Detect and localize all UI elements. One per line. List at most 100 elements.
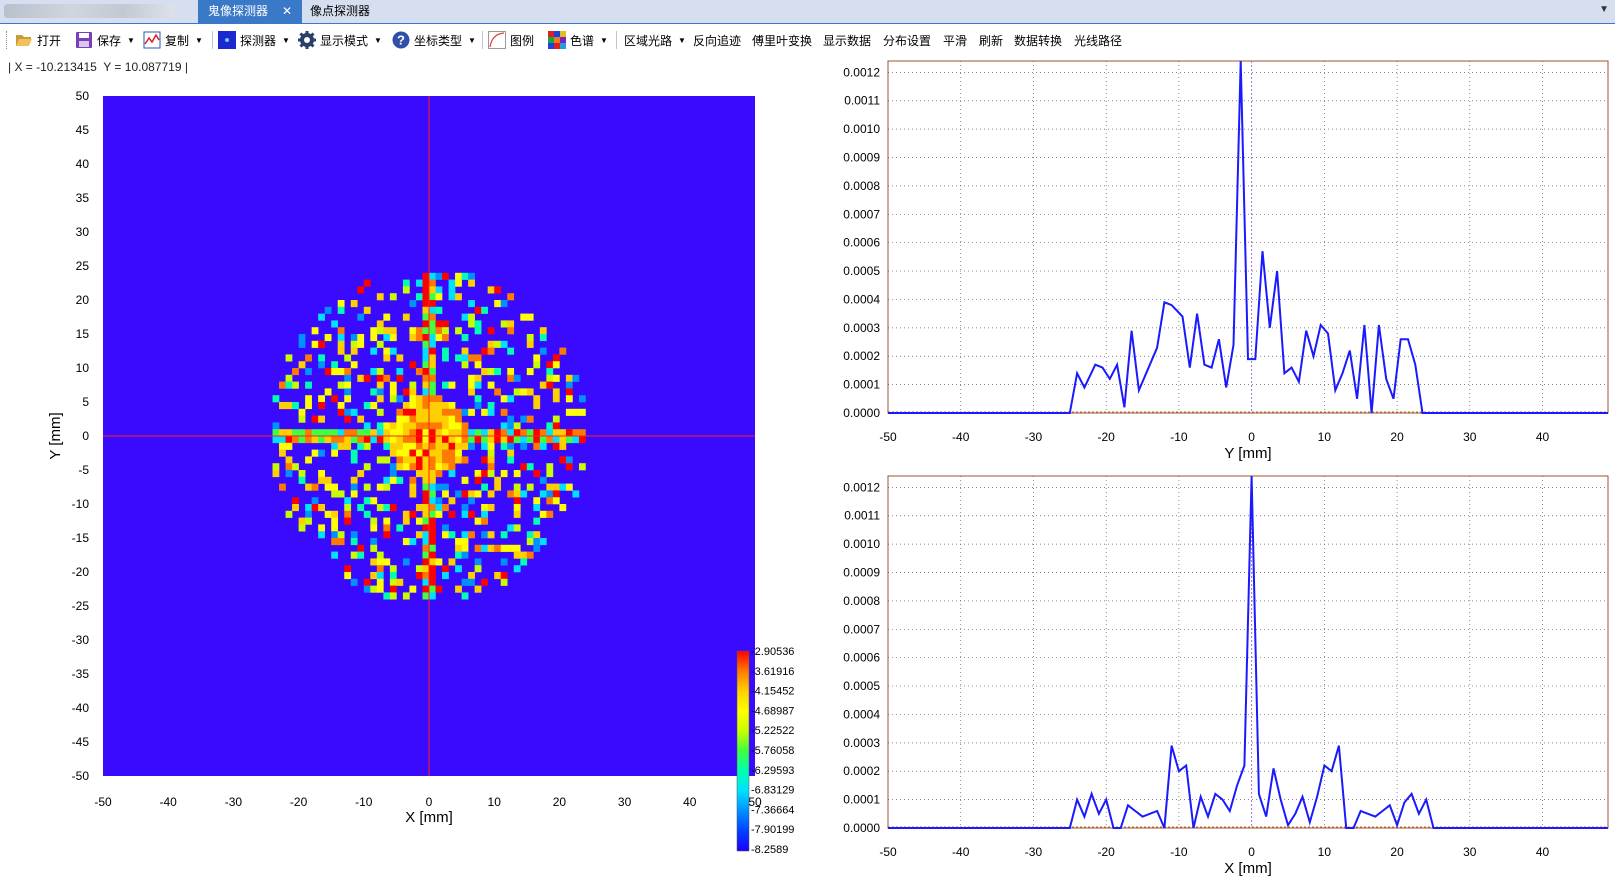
- display-mode-label: 显示模式: [320, 33, 369, 48]
- color-spectrum-button[interactable]: 色谱 ▼: [548, 29, 608, 51]
- heatmap-cell: [507, 395, 515, 403]
- reverse-trace-button[interactable]: 反向追迹: [693, 29, 741, 51]
- heatmap-chart[interactable]: 50454035302520151050-5-10-15-20-25-30-35…: [0, 80, 820, 880]
- heatmap-cell: [520, 463, 528, 471]
- heatmap-cell: [474, 470, 482, 478]
- heatmap-cell: [435, 456, 443, 464]
- heatmap-cell: [474, 402, 482, 410]
- display-mode-button[interactable]: 显示模式 ▼: [298, 29, 382, 51]
- heatmap-cell: [422, 551, 430, 559]
- distribution-button[interactable]: 分布设置: [883, 29, 931, 51]
- heatmap-cell: [363, 510, 371, 518]
- heatmap-cell: [481, 578, 488, 586]
- heatmap-cell: [318, 504, 325, 512]
- heatmap-cell: [474, 544, 482, 552]
- heatmap-cell: [520, 429, 528, 437]
- heatmap-cell: [337, 408, 345, 416]
- fourier-button[interactable]: 傅里叶变换: [752, 29, 812, 51]
- smooth-button[interactable]: 平滑: [943, 29, 967, 51]
- heatmap-cell: [513, 436, 521, 444]
- legend-button[interactable]: 图例: [488, 29, 534, 51]
- heatmap-cell: [559, 456, 567, 464]
- heatmap-cell: [402, 415, 410, 423]
- tab-ghost-detector[interactable]: 鬼像探测器 ✕: [198, 0, 303, 23]
- heatmap-cell: [357, 415, 365, 423]
- heatmap-cell: [481, 510, 488, 518]
- colorbar: [736, 650, 750, 852]
- heatmap-cell: [429, 334, 436, 342]
- heatmap-cell: [533, 497, 541, 505]
- heatmap-cell: [442, 408, 449, 416]
- heatmap-cell: [402, 422, 410, 430]
- show-data-button[interactable]: 显示数据: [823, 29, 871, 51]
- heatmap-cell: [402, 463, 410, 471]
- heatmap-cell: [481, 436, 488, 444]
- open-button[interactable]: 打开: [15, 29, 61, 51]
- heatmap-cell: [409, 476, 417, 484]
- heatmap-cell: [344, 374, 352, 382]
- heatmap-cell: [415, 293, 423, 301]
- heatmap-cell: [350, 476, 358, 484]
- heatmap-cell: [546, 381, 554, 389]
- heatmap-cell: [292, 497, 299, 505]
- heatmap-cell: [429, 463, 436, 471]
- heatmap-cell: [402, 279, 410, 287]
- heatmap-cell: [435, 497, 443, 505]
- heatmap-cell: [370, 368, 378, 376]
- heatmap-cell: [513, 544, 521, 552]
- close-icon[interactable]: ✕: [282, 0, 292, 23]
- heatmap-cell: [435, 272, 443, 280]
- heatmap-cell: [350, 347, 358, 355]
- heatmap-cell: [481, 456, 488, 464]
- ray-path-button[interactable]: 光线路径: [1074, 29, 1122, 51]
- heatmap-cell: [526, 429, 534, 437]
- heatmap-cell: [435, 463, 443, 471]
- tab-label: 像点探测器: [310, 4, 371, 18]
- heatmap-cell: [383, 483, 391, 491]
- heatmap-cell: [422, 320, 430, 328]
- y-tick-label: 0: [82, 429, 89, 443]
- heatmap-cell: [468, 531, 475, 539]
- coord-type-button[interactable]: ? 坐标类型 ▼: [392, 29, 476, 51]
- heatmap-cell: [520, 415, 528, 423]
- region-path-button[interactable]: 区域光路 ▼: [624, 29, 686, 51]
- heatmap-cell: [402, 592, 410, 600]
- heatmap-cell: [344, 415, 352, 423]
- heatmap-cell: [305, 517, 312, 525]
- heatmap-cell: [396, 395, 404, 403]
- heatmap-cell: [513, 470, 521, 478]
- y-profile-chart[interactable]: 0.0000 0.0001 0.0002 0.0003 0.0004 0.0005 0.00…: [820, 55, 1615, 465]
- heatmap-cell: [442, 456, 449, 464]
- x-profile-chart[interactable]: 0.0000 0.0001 0.0002 0.0003 0.0004 0.0005 0.00…: [820, 470, 1615, 880]
- x-tick-label: 10: [1318, 845, 1332, 859]
- heatmap-cell: [285, 429, 293, 437]
- heatmap-cell: [415, 442, 423, 450]
- heatmap-cell: [448, 531, 456, 539]
- heatmap-cell: [429, 272, 436, 280]
- heatmap-cell: [461, 490, 469, 498]
- data-convert-button[interactable]: 数据转换: [1014, 29, 1062, 51]
- heatmap-cell: [429, 517, 436, 525]
- heatmap-cell: [429, 395, 436, 403]
- heatmap-cell: [305, 504, 312, 512]
- chevron-down-icon[interactable]: ▼: [1599, 4, 1609, 15]
- copy-button[interactable]: 复制 ▼: [143, 29, 203, 51]
- heatmap-cell: [494, 300, 502, 308]
- heatmap-cell: [292, 402, 299, 410]
- x-tick-label: 30: [1463, 430, 1477, 444]
- tab-image-point-detector[interactable]: 像点探测器: [300, 0, 380, 23]
- save-button[interactable]: 保存 ▼: [75, 29, 135, 51]
- refresh-button[interactable]: 刷新: [979, 29, 1003, 51]
- heatmap-cell: [324, 429, 332, 437]
- detector-button[interactable]: 探测器 ▼: [218, 29, 290, 51]
- heatmap-cell: [455, 293, 462, 301]
- heatmap-cell: [415, 463, 423, 471]
- heatmap-cell: [578, 436, 586, 444]
- heatmap-cell: [481, 517, 488, 525]
- heatmap-cell: [429, 442, 436, 450]
- heatmap-cell: [468, 388, 475, 396]
- x-tick-label: -40: [952, 430, 970, 444]
- heatmap-cell: [402, 429, 410, 437]
- heatmap-cell: [318, 340, 325, 348]
- heatmap-cell: [370, 585, 378, 593]
